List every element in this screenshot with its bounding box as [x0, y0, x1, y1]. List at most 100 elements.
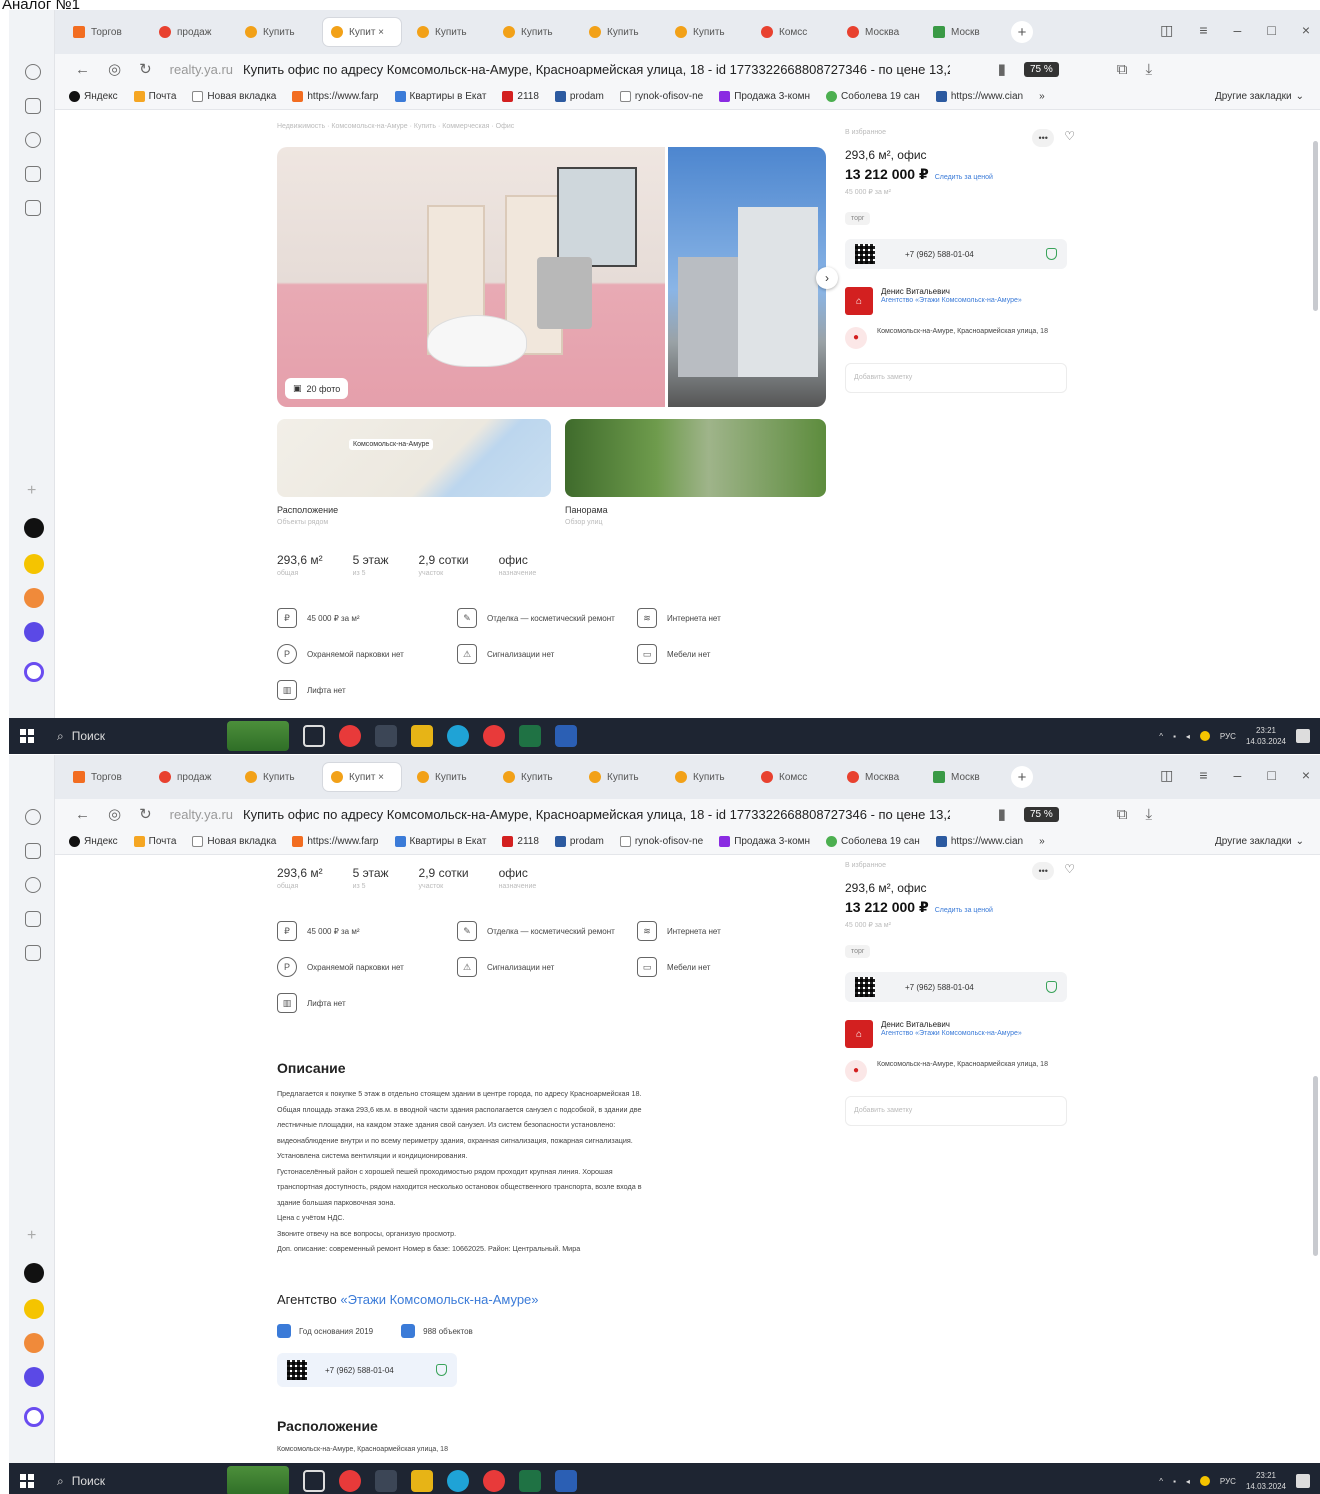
history-icon[interactable] [25, 64, 41, 80]
tab-item[interactable]: Купить [495, 763, 573, 791]
new-tab-button[interactable]: + [1011, 21, 1033, 43]
screenshot-icon[interactable] [25, 945, 41, 961]
app-alice-icon[interactable] [24, 662, 44, 682]
explorer-icon[interactable] [411, 1470, 433, 1492]
zoom-badge[interactable]: 75 % [1023, 806, 1059, 822]
other-bookmarks[interactable]: Другие закладки ⌄ [1215, 91, 1320, 102]
other-bookmarks[interactable]: Другие закладки ⌄ [1215, 836, 1320, 847]
tab-item[interactable]: Купить [667, 763, 745, 791]
collections-icon[interactable] [25, 843, 41, 859]
page-scrollbar[interactable] [1313, 1076, 1318, 1256]
heart-icon[interactable]: ♡ [1064, 862, 1075, 880]
close-icon[interactable]: × [1302, 22, 1310, 39]
gallery-next-arrow-icon[interactable]: › [816, 267, 838, 289]
tab-item[interactable]: Купить [667, 18, 745, 46]
media-icon[interactable] [25, 877, 41, 893]
reload-icon[interactable]: ↻ [139, 805, 152, 823]
tab-item[interactable]: Москва [839, 763, 917, 791]
volume-icon[interactable]: ◂ [1186, 732, 1190, 741]
bookmark-item[interactable]: https://www.farp [292, 836, 379, 847]
word-icon[interactable] [555, 725, 577, 747]
back-icon[interactable]: ← [75, 61, 90, 78]
agency-link[interactable]: Агентство «Этажи Комсомольск-на-Амуре» [881, 1029, 1041, 1039]
app-market-icon[interactable] [24, 1299, 44, 1319]
watch-price-link[interactable]: Следить за ценой [935, 174, 993, 181]
language-indicator[interactable]: РУС [1220, 1477, 1236, 1486]
note-field[interactable]: Добавить заметку [845, 1096, 1067, 1126]
bookmark-item[interactable]: Новая вкладка [192, 91, 276, 102]
map-thumbnail[interactable]: Комсомольск-на-Амуре [277, 419, 551, 497]
tab-item[interactable]: Купить [237, 18, 315, 46]
screenshot-icon[interactable] [25, 200, 41, 216]
zoom-badge[interactable]: 75 % [1023, 61, 1059, 77]
network-icon[interactable]: ▪ [1173, 732, 1176, 741]
media-icon[interactable] [25, 132, 41, 148]
tab-item[interactable]: Купить [495, 18, 573, 46]
start-button[interactable] [9, 718, 45, 754]
app-messenger-icon[interactable] [24, 1367, 44, 1387]
bookmark-item[interactable]: rynok-ofisov-ne [619, 91, 703, 102]
app-market-icon[interactable] [24, 554, 44, 574]
tray-chevron-icon[interactable]: ^ [1159, 1477, 1163, 1486]
bookmark-item[interactable]: Продажа 3-комн [719, 836, 810, 847]
minimize-icon[interactable]: – [1234, 22, 1242, 39]
bookmark-item[interactable]: https://www.cian [935, 91, 1023, 102]
yandex-browser-icon[interactable] [339, 725, 361, 747]
yandex-tray-icon[interactable] [1199, 1476, 1210, 1486]
tab-item[interactable]: Купить [581, 18, 659, 46]
tab-item[interactable]: Торгов [65, 763, 143, 791]
bookmark-item[interactable]: 2118 [502, 91, 539, 102]
app-icon[interactable] [375, 1470, 397, 1492]
watch-price-link[interactable]: Следить за ценой [935, 907, 993, 914]
collections-icon[interactable] [25, 98, 41, 114]
taskbar-search[interactable]: ⌕ Поиск [57, 1469, 227, 1493]
agency-name-link[interactable]: «Этажи Комсомольск-на-Амуре» [340, 1292, 538, 1307]
bookmark-item[interactable]: Яндекс [69, 91, 118, 102]
network-icon[interactable]: ▪ [1173, 1477, 1176, 1486]
yandex-browser-icon[interactable] [339, 1470, 361, 1492]
bookmark-item[interactable]: Продажа 3-комн [719, 91, 810, 102]
panorama-thumbnail[interactable] [565, 419, 826, 497]
notifications-icon[interactable] [1296, 1474, 1310, 1488]
new-tab-button[interactable]: + [1011, 766, 1033, 788]
tab-manager-icon[interactable]: ◫ [1160, 767, 1173, 784]
menu-icon[interactable]: ≡ [1199, 22, 1207, 39]
app-delivery-icon[interactable] [24, 1333, 44, 1353]
bookmark-icon[interactable]: ▮ [998, 805, 1006, 823]
tab-item[interactable]: Москва [839, 18, 917, 46]
app-plus-icon[interactable] [24, 1263, 44, 1283]
add-panel-icon[interactable]: + [27, 482, 36, 500]
bookmark-icon[interactable]: ▮ [998, 60, 1006, 78]
language-indicator[interactable]: РУС [1220, 732, 1236, 741]
tab-item[interactable]: Торгов [65, 18, 143, 46]
app-icon[interactable] [375, 725, 397, 747]
page-scrollbar[interactable] [1313, 141, 1318, 311]
taskbar-search[interactable]: ⌕ Поиск [57, 724, 227, 748]
note-field[interactable]: Добавить заметку [845, 363, 1067, 393]
bookmark-overflow[interactable]: » [1039, 836, 1045, 847]
excel-icon[interactable] [519, 1470, 541, 1492]
bookmark-item[interactable]: Новая вкладка [192, 836, 276, 847]
url-field[interactable]: realty.ya.ru Купить офис по адресу Комсом… [170, 807, 950, 822]
tab-item[interactable]: Купить [409, 763, 487, 791]
maximize-icon[interactable]: □ [1267, 22, 1275, 39]
yandex-icon[interactable] [483, 725, 505, 747]
bookmark-item[interactable]: Яндекс [69, 836, 118, 847]
show-phone-button[interactable]: +7 (962) 588-01-04 [845, 239, 1067, 269]
tab-item-active[interactable]: Купит × [323, 763, 401, 791]
edge-icon[interactable] [447, 725, 469, 747]
calendar-icon[interactable] [25, 166, 41, 182]
word-icon[interactable] [555, 1470, 577, 1492]
bookmark-item[interactable]: Почта [133, 836, 176, 847]
clock[interactable]: 23:21 14.03.2024 [1246, 1470, 1286, 1492]
tab-item[interactable]: продаж [151, 763, 229, 791]
tab-item[interactable]: Купить [409, 18, 487, 46]
tab-item[interactable]: Комсс [753, 763, 831, 791]
notifications-icon[interactable] [1296, 729, 1310, 743]
maximize-icon[interactable]: □ [1267, 767, 1275, 784]
extensions-icon[interactable]: ⧉ [1117, 806, 1128, 823]
more-icon[interactable]: ••• [1032, 862, 1055, 880]
app-alice-icon[interactable] [24, 1407, 44, 1427]
tab-item[interactable]: Москв [925, 763, 1003, 791]
bookmark-item[interactable]: https://www.cian [935, 836, 1023, 847]
